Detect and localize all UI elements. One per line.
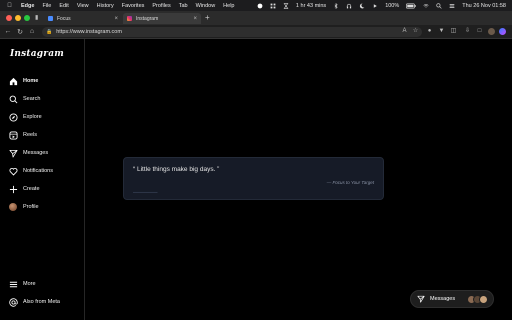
split-screen-icon[interactable]: ◫ <box>450 28 457 35</box>
reload-icon[interactable]: ↻ <box>16 28 24 36</box>
sidebar-item-explore[interactable]: Explore <box>6 110 80 124</box>
control-center-icon[interactable] <box>449 3 455 9</box>
record-icon[interactable] <box>257 3 263 9</box>
profile-avatar[interactable] <box>488 28 495 35</box>
close-icon[interactable]: × <box>114 16 118 22</box>
extension-icon[interactable]: ● <box>426 28 433 35</box>
at-icon <box>8 297 18 307</box>
sidebar-item-label: Home <box>23 78 39 84</box>
sidebar-item-label: Explore <box>23 114 42 120</box>
battery-percent[interactable]: 100% <box>385 3 399 9</box>
plus-icon <box>8 184 18 194</box>
sidebar-item-search[interactable]: Search <box>6 92 80 106</box>
messages-label: Messages <box>430 296 456 302</box>
url-text: https://www.instagram.com <box>56 29 122 35</box>
home-icon[interactable]: ⌂ <box>28 28 36 35</box>
menu-app-name[interactable]: Edge <box>21 3 34 9</box>
tab-focus[interactable]: Focus × <box>44 13 122 24</box>
sidebar-item-also-from-meta[interactable]: Also from Meta <box>6 295 80 309</box>
focus-timer[interactable]: 1 hr 43 mins <box>296 3 326 9</box>
new-tab-button[interactable]: + <box>205 13 210 22</box>
shield-icon[interactable]: ▼ <box>438 28 445 35</box>
spotlight-search-icon[interactable] <box>436 2 442 9</box>
collections-icon[interactable]: □ <box>476 28 483 35</box>
grid-icon[interactable] <box>270 3 276 9</box>
instagram-sidebar: Instagram Home Search Explore Reels Mess… <box>0 39 85 320</box>
menu-help[interactable]: Help <box>223 3 234 9</box>
menu-favorites[interactable]: Favorites <box>122 3 145 9</box>
paper-plane-icon <box>8 148 18 158</box>
focus-quote-card: “ Little things make big days. ” — Focus… <box>123 157 384 200</box>
sidebar-item-label: Profile <box>23 204 39 210</box>
menu-view[interactable]: View <box>77 3 89 9</box>
bluetooth-icon[interactable] <box>333 2 339 9</box>
instagram-logo[interactable]: Instagram <box>10 49 64 59</box>
heart-icon <box>8 166 18 176</box>
menu-tab[interactable]: Tab <box>179 3 188 9</box>
sidebar-item-reels[interactable]: Reels <box>6 128 80 142</box>
paper-plane-icon <box>417 295 425 303</box>
browser-tab-bar: ▮ Focus × Instagram × + <box>0 11 512 25</box>
sidebar-item-notifications[interactable]: Notifications <box>6 164 80 178</box>
avatar <box>9 203 17 211</box>
reels-icon <box>8 130 18 140</box>
messages-pill[interactable]: Messages <box>410 290 494 308</box>
home-icon <box>8 76 18 86</box>
window-close-button[interactable] <box>6 15 12 21</box>
address-bar[interactable]: 🔒 https://www.instagram.com <box>42 27 422 37</box>
headphones-icon[interactable] <box>346 3 352 9</box>
profile-avatar <box>8 202 18 212</box>
sidebar-item-label: Messages <box>23 150 49 156</box>
apple-icon[interactable]:  <box>6 3 13 9</box>
sidebar-item-create[interactable]: Create <box>6 182 80 196</box>
menu-icon <box>8 279 18 289</box>
menu-history[interactable]: History <box>97 3 114 9</box>
moon-icon[interactable] <box>359 3 365 9</box>
download-icon[interactable]: ⇩ <box>464 28 471 35</box>
lock-icon[interactable]: 🔒 <box>46 29 52 35</box>
sidebar-item-label: Search <box>23 96 41 102</box>
back-arrow-icon[interactable]: ← <box>4 28 12 35</box>
sidebar-item-profile[interactable]: Profile <box>6 200 80 214</box>
macos-menu-bar:  Edge File Edit View History Favorites … <box>0 0 512 11</box>
hourglass-icon[interactable] <box>283 2 289 9</box>
search-icon <box>8 94 18 104</box>
quote-attribution: — Focus to Your Target <box>326 180 374 185</box>
sidebar-item-messages[interactable]: Messages <box>6 146 80 160</box>
sidebar-item-label: Also from Meta <box>23 299 60 305</box>
sidebar-toggle-icon[interactable]: ▮ <box>35 14 38 21</box>
battery-icon[interactable] <box>406 3 416 9</box>
menu-bar-status-area: 1 hr 43 mins 100% Thu 26 Nov 01:58 <box>257 0 506 11</box>
menu-profiles[interactable]: Profiles <box>152 3 170 9</box>
menu-edit[interactable]: Edit <box>59 3 68 9</box>
tab-label: Instagram <box>136 15 159 22</box>
sidebar-item-label: Notifications <box>23 168 53 174</box>
clock[interactable]: Thu 26 Nov 01:58 <box>462 3 506 9</box>
close-icon[interactable]: × <box>193 16 197 22</box>
focus-favicon <box>48 16 53 21</box>
sidebar-item-more[interactable]: More <box>6 277 80 291</box>
faint-caption: ▬▬▬▬▬▬▬ <box>133 190 158 194</box>
browser-toolbar: ← ↻ ⌂ 🔒 https://www.instagram.com A ☆ ● … <box>0 25 512 39</box>
sidebar-item-home[interactable]: Home <box>6 74 80 88</box>
instagram-favicon <box>127 16 132 21</box>
read-aloud-icon[interactable]: A <box>401 28 408 35</box>
menu-file[interactable]: File <box>42 3 51 9</box>
sidebar-item-label: Create <box>23 186 40 192</box>
messages-avatar-stack <box>467 295 488 304</box>
sidebar-item-label: More <box>23 281 36 287</box>
tab-label: Focus <box>57 15 71 22</box>
window-minimize-button[interactable] <box>15 15 21 21</box>
compass-icon <box>8 112 18 122</box>
favorite-star-icon[interactable]: ☆ <box>412 28 419 35</box>
sidebar-item-label: Reels <box>23 132 38 138</box>
menu-window[interactable]: Window <box>196 3 216 9</box>
quote-text: “ Little things make big days. ” <box>133 166 220 173</box>
copilot-icon[interactable] <box>499 28 506 35</box>
wifi-icon[interactable] <box>423 3 429 9</box>
tab-instagram[interactable]: Instagram × <box>123 13 201 24</box>
window-maximize-button[interactable] <box>24 15 30 21</box>
avatar <box>479 295 488 304</box>
play-icon[interactable] <box>372 3 378 9</box>
